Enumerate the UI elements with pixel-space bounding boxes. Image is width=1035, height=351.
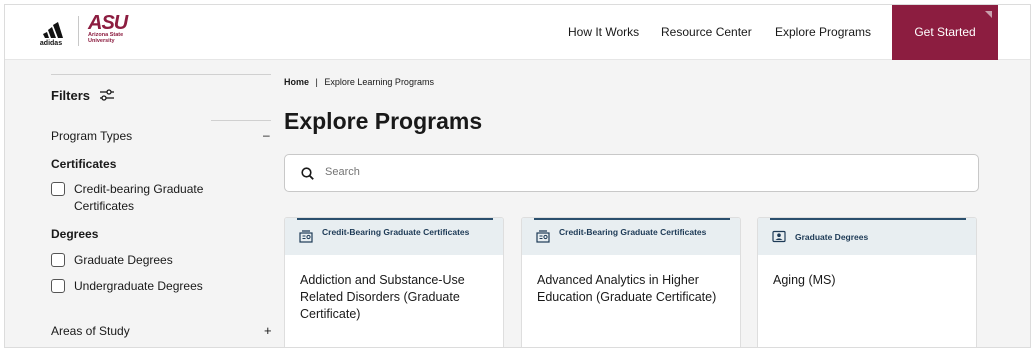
expand-icon[interactable]: + — [264, 323, 272, 338]
divider — [211, 120, 271, 121]
breadcrumb-current: Explore Learning Programs — [324, 77, 434, 87]
card-title[interactable]: Aging (MS) — [773, 272, 963, 289]
group-certificates: Certificates — [51, 157, 117, 171]
option-undergraduate-degrees[interactable]: Undergraduate Degrees — [51, 278, 203, 295]
sliders-icon — [100, 89, 114, 101]
card-accent-bar — [770, 218, 966, 220]
card-header: Credit-Bearing Graduate Certificates — [285, 218, 503, 255]
card-category: Graduate Degrees — [795, 232, 869, 242]
asu-subtitle: Arizona State University — [88, 32, 124, 44]
card-accent-bar — [534, 218, 730, 220]
certificate-icon — [299, 230, 313, 243]
filters-sidebar: Filters Program Types – Certificates Cre… — [51, 60, 272, 347]
option-credit-bearing-certificates[interactable]: Credit-bearing Graduate Certificates — [51, 181, 214, 215]
option-label: Undergraduate Degrees — [74, 279, 203, 293]
site-header: adidas ASU Arizona State University How … — [5, 5, 1030, 60]
program-card[interactable]: Graduate Degrees Aging (MS) — [757, 217, 977, 347]
search-input[interactable]: Search — [284, 154, 979, 192]
card-title[interactable]: Advanced Analytics in Higher Education (… — [537, 272, 727, 306]
card-header: Credit-Bearing Graduate Certificates — [522, 218, 740, 255]
page-title: Explore Programs — [284, 108, 483, 134]
breadcrumb: Home | Explore Learning Programs — [284, 77, 434, 87]
checkbox[interactable] — [51, 253, 65, 267]
program-card[interactable]: Credit-Bearing Graduate Certificates Add… — [284, 217, 504, 347]
nav-resource-center[interactable]: Resource Center — [661, 5, 752, 60]
corner-triangle-icon — [985, 11, 992, 18]
card-accent-bar — [297, 218, 493, 220]
checkbox[interactable] — [51, 279, 65, 293]
nav-explore-programs[interactable]: Explore Programs — [775, 5, 871, 60]
program-types-toggle[interactable]: Program Types — [51, 129, 132, 143]
collapse-icon[interactable]: – — [263, 128, 270, 142]
search-icon — [301, 167, 314, 180]
asu-wordmark: ASU — [88, 12, 128, 34]
card-title[interactable]: Addiction and Substance-Use Related Diso… — [300, 272, 490, 323]
card-category: Credit-Bearing Graduate Certificates — [322, 227, 470, 237]
asu-logo[interactable]: ASU Arizona State University — [88, 12, 148, 48]
page: adidas ASU Arizona State University How … — [4, 4, 1031, 348]
search-placeholder: Search — [325, 166, 360, 178]
nav-how-it-works[interactable]: How It Works — [568, 5, 639, 60]
option-label: Graduate Degrees — [74, 253, 173, 267]
group-degrees: Degrees — [51, 227, 99, 241]
adidas-logo[interactable]: adidas — [34, 18, 68, 46]
adidas-wordmark: adidas — [40, 40, 62, 46]
breadcrumb-home[interactable]: Home — [284, 77, 309, 87]
certificate-icon — [536, 230, 550, 243]
option-label: Credit-bearing Graduate Certificates — [74, 182, 204, 213]
get-started-label: Get Started — [914, 25, 976, 39]
divider — [51, 74, 271, 75]
degree-icon — [772, 230, 786, 243]
filters-heading: Filters — [51, 88, 91, 103]
program-card[interactable]: Credit-Bearing Graduate Certificates Adv… — [521, 217, 741, 347]
get-started-button[interactable]: Get Started — [892, 5, 998, 60]
areas-of-study-toggle[interactable]: Areas of Study — [51, 324, 130, 338]
logo-divider — [78, 16, 79, 46]
checkbox[interactable] — [51, 182, 65, 196]
breadcrumb-separator: | — [315, 77, 318, 87]
card-category: Credit-Bearing Graduate Certificates — [559, 227, 707, 237]
card-header: Graduate Degrees — [758, 218, 976, 255]
option-graduate-degrees[interactable]: Graduate Degrees — [51, 252, 173, 269]
